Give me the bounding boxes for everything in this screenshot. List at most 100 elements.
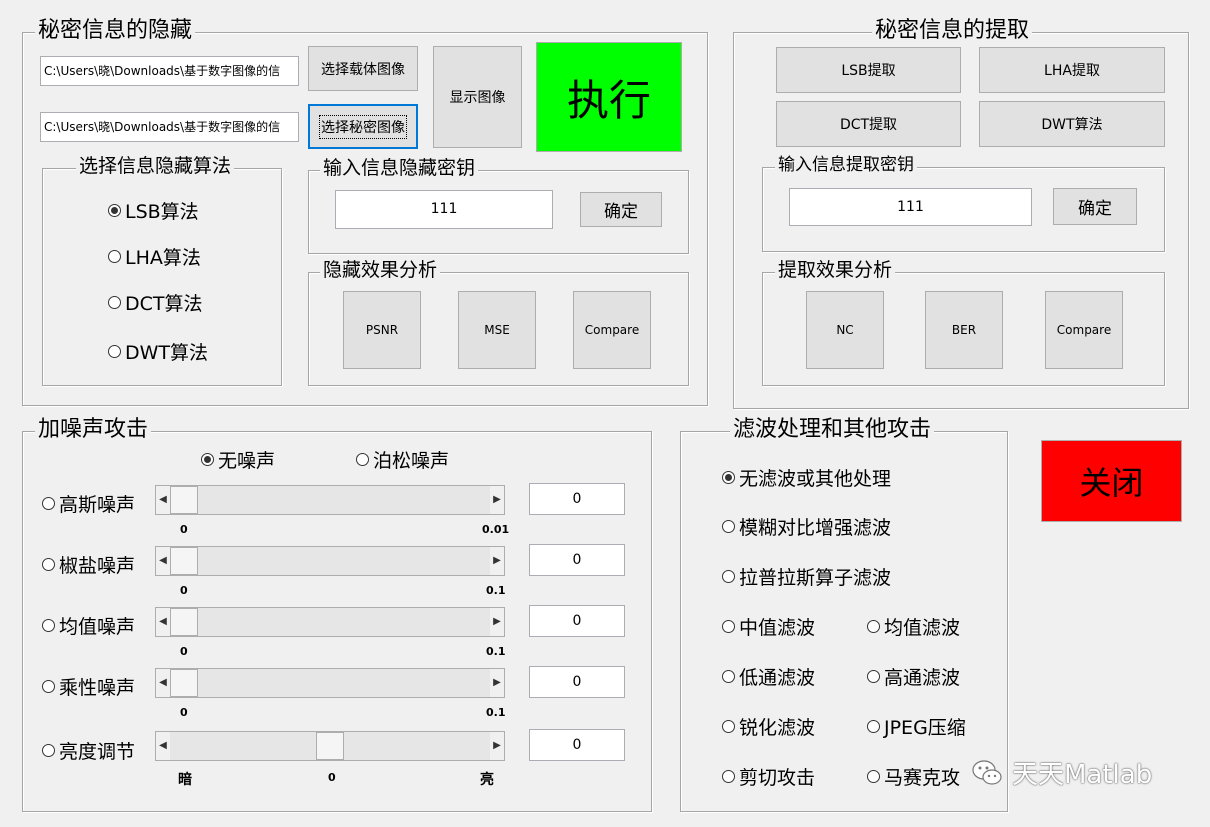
noise-slider[interactable]: ◀ ▶ — [155, 607, 505, 637]
slider-max-label: 0.1 — [486, 706, 506, 719]
radio-poisson-noise[interactable]: 泊松噪声 — [356, 446, 449, 473]
slider-right-arrow-icon[interactable]: ▶ — [490, 669, 504, 697]
noise-value-field[interactable]: 0 — [529, 483, 625, 515]
secret-path-field[interactable]: C:\Users\晓\Downloads\基于数字图像的信 — [40, 112, 299, 142]
radio-label: 高斯噪声 — [59, 494, 136, 516]
slider-thumb[interactable] — [316, 732, 344, 760]
radio-noise-row[interactable]: 高斯噪声 — [42, 490, 135, 517]
select-secret-button[interactable]: 选择秘密图像 — [308, 104, 418, 149]
radio-label: 锐化滤波 — [739, 717, 816, 739]
radio-label: 均值噪声 — [59, 616, 136, 638]
radio-label: 模糊对比增强滤波 — [739, 517, 892, 539]
noise-value-field[interactable]: 0 — [529, 666, 625, 698]
brightness-mid-label: 0 — [328, 771, 336, 784]
nc-button[interactable]: NC — [806, 291, 884, 369]
slider-right-arrow-icon[interactable]: ▶ — [490, 547, 504, 575]
slider-thumb[interactable] — [170, 608, 198, 636]
slider-right-arrow-icon[interactable]: ▶ — [490, 608, 504, 636]
slider-track[interactable] — [170, 486, 490, 514]
radio-noise-row[interactable]: 乘性噪声 — [42, 673, 135, 700]
close-label: 关闭 — [1079, 464, 1144, 502]
compare-hide-button[interactable]: Compare — [573, 291, 651, 369]
radio-filter-mosaic[interactable]: 马赛克攻 — [867, 763, 960, 790]
slider-thumb[interactable] — [170, 669, 198, 697]
radio-lha[interactable]: LHA算法 — [108, 243, 201, 270]
slider-thumb[interactable] — [170, 547, 198, 575]
radio-noise-row[interactable]: 均值噪声 — [42, 612, 135, 639]
slider-track[interactable] — [170, 669, 490, 697]
radio-noise-row[interactable]: 椒盐噪声 — [42, 551, 135, 578]
radio-dot — [722, 570, 735, 583]
extract-key-confirm-button[interactable]: 确定 — [1053, 188, 1137, 225]
radio-filter-crop[interactable]: 剪切攻击 — [722, 763, 815, 790]
close-button[interactable]: 关闭 — [1041, 440, 1182, 522]
hide-key-confirm-button[interactable]: 确定 — [580, 192, 662, 227]
watermark: 天天Matlab — [970, 754, 1152, 791]
radio-lsb[interactable]: LSB算法 — [108, 197, 199, 224]
radio-label: 无滤波或其他处理 — [739, 468, 892, 490]
dwt-extract-button[interactable]: DWT算法 — [979, 101, 1165, 147]
hide-key-input[interactable]: 111 — [335, 190, 553, 229]
hide-analysis-group-title: 隐藏效果分析 — [320, 261, 441, 280]
radio-filter-blur[interactable]: 模糊对比增强滤波 — [722, 513, 891, 540]
ber-button[interactable]: BER — [925, 291, 1003, 369]
noise-value-field[interactable]: 0 — [529, 605, 625, 637]
radio-label: 乘性噪声 — [59, 677, 136, 699]
slider-right-arrow-icon[interactable]: ▶ — [490, 732, 504, 760]
noise-slider[interactable]: ◀ ▶ — [155, 668, 505, 698]
extract-key-input[interactable]: 111 — [789, 188, 1032, 226]
slider-right-arrow-icon[interactable]: ▶ — [490, 486, 504, 514]
algo-group-title: 选择信息隐藏算法 — [76, 157, 235, 176]
radio-label: 均值滤波 — [884, 617, 961, 639]
noise-value-field[interactable]: 0 — [529, 544, 625, 576]
brightness-value-field[interactable]: 0 — [529, 729, 625, 761]
radio-filter-laplace[interactable]: 拉普拉斯算子滤波 — [722, 563, 891, 590]
radio-label: 亮度调节 — [59, 741, 136, 763]
slider-left-arrow-icon[interactable]: ◀ — [156, 669, 170, 697]
radio-dot — [722, 620, 735, 633]
radio-no-noise[interactable]: 无噪声 — [201, 446, 275, 473]
noise-panel-title: 加噪声攻击 — [35, 419, 152, 441]
lsb-extract-button[interactable]: LSB提取 — [776, 47, 961, 93]
radio-filter-mean[interactable]: 均值滤波 — [867, 613, 960, 640]
dct-extract-button[interactable]: DCT提取 — [776, 101, 961, 147]
slider-thumb[interactable] — [170, 486, 198, 514]
radio-dwt[interactable]: DWT算法 — [108, 338, 208, 365]
mse-button[interactable]: MSE — [458, 291, 536, 369]
radio-dot — [867, 670, 880, 683]
radio-dot — [867, 620, 880, 633]
radio-filter-none[interactable]: 无滤波或其他处理 — [722, 464, 891, 491]
slider-left-arrow-icon[interactable]: ◀ — [156, 608, 170, 636]
radio-brightness[interactable]: 亮度调节 — [42, 737, 135, 764]
extract-key-group-title: 输入信息提取密钥 — [775, 157, 917, 174]
radio-label: 低通滤波 — [739, 667, 816, 689]
radio-dot — [42, 619, 55, 632]
filter-panel-title: 滤波处理和其他攻击 — [730, 419, 935, 441]
slider-left-arrow-icon[interactable]: ◀ — [156, 732, 170, 760]
carrier-path-field[interactable]: C:\Users\晓\Downloads\基于数字图像的信 — [40, 56, 299, 86]
radio-filter-highpass[interactable]: 高通滤波 — [867, 663, 960, 690]
radio-filter-sharpen[interactable]: 锐化滤波 — [722, 713, 815, 740]
radio-filter-median[interactable]: 中值滤波 — [722, 613, 815, 640]
brightness-slider[interactable]: ◀ ▶ — [155, 731, 505, 761]
execute-button[interactable]: 执行 — [536, 42, 682, 152]
nc-label: NC — [836, 323, 854, 337]
slider-track[interactable] — [170, 547, 490, 575]
slider-min-label: 0 — [180, 645, 188, 658]
noise-slider[interactable]: ◀ ▶ — [155, 546, 505, 576]
extract-panel-title: 秘密信息的提取 — [872, 20, 1033, 42]
slider-track[interactable] — [170, 608, 490, 636]
slider-left-arrow-icon[interactable]: ◀ — [156, 486, 170, 514]
radio-filter-lowpass[interactable]: 低通滤波 — [722, 663, 815, 690]
noise-slider[interactable]: ◀ ▶ — [155, 485, 505, 515]
psnr-button[interactable]: PSNR — [343, 291, 421, 369]
compare-extract-button[interactable]: Compare — [1045, 291, 1123, 369]
radio-filter-jpeg[interactable]: JPEG压缩 — [867, 713, 966, 740]
radio-dct[interactable]: DCT算法 — [108, 289, 203, 316]
execute-label: 执行 — [566, 75, 651, 125]
slider-left-arrow-icon[interactable]: ◀ — [156, 547, 170, 575]
show-image-button[interactable]: 显示图像 — [433, 46, 522, 148]
select-carrier-button[interactable]: 选择载体图像 — [308, 46, 418, 91]
radio-dot — [356, 453, 369, 466]
lha-extract-button[interactable]: LHA提取 — [979, 47, 1165, 93]
